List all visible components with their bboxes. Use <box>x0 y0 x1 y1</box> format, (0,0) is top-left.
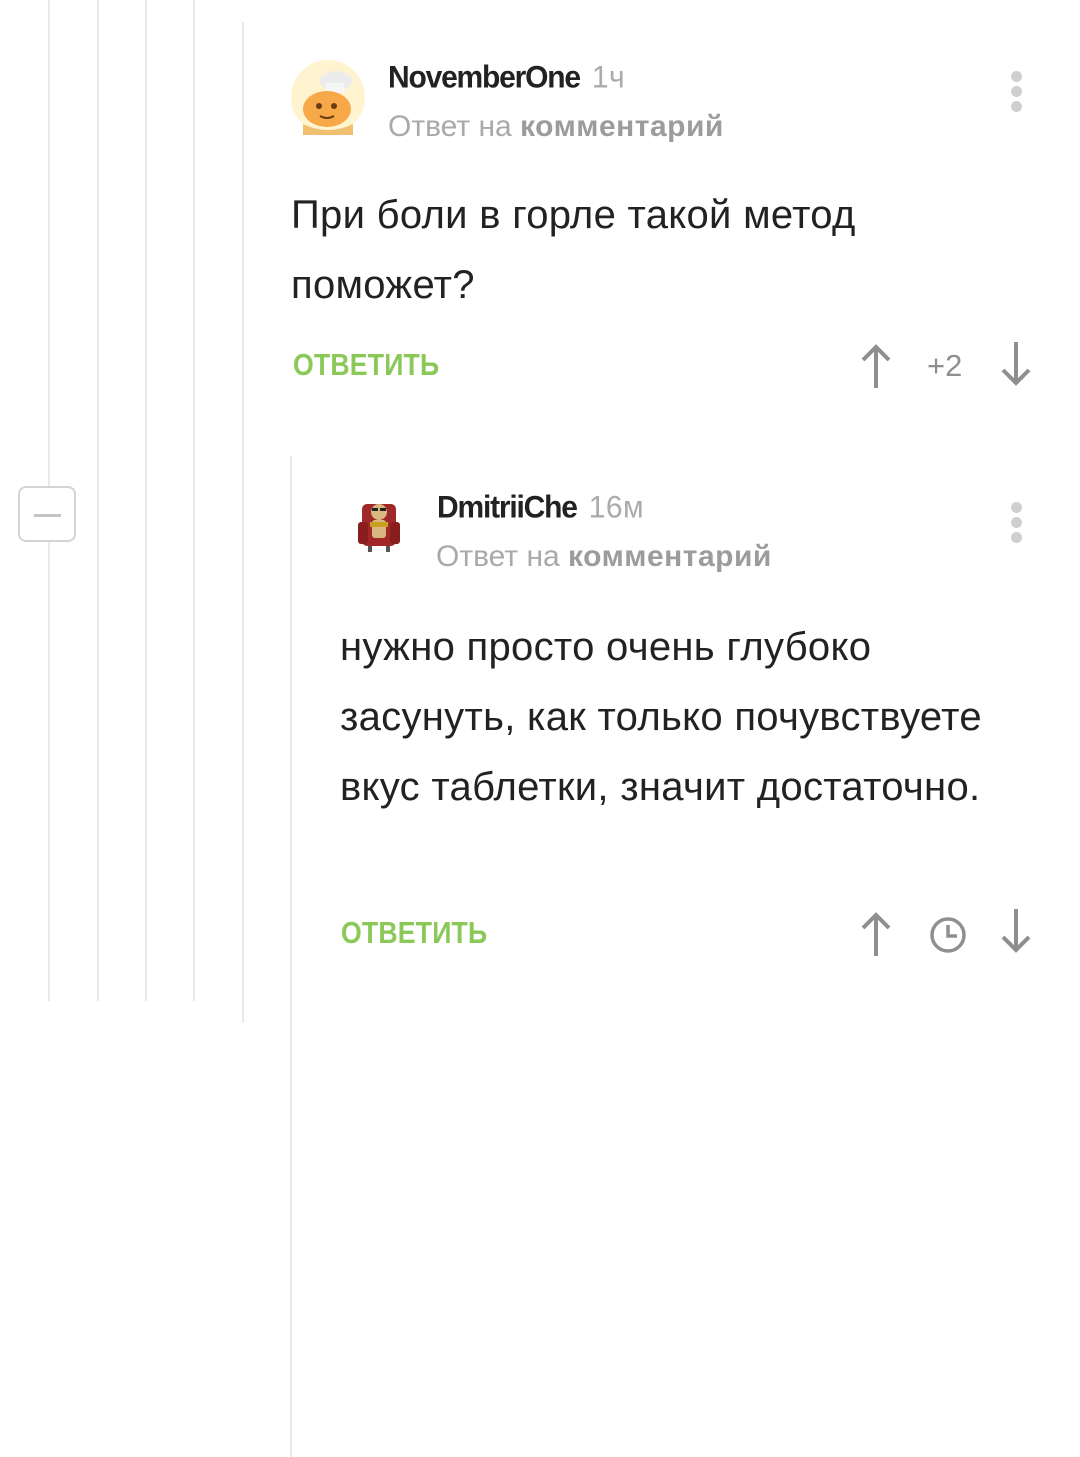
reply-parent-link[interactable]: комментарий <box>568 540 772 573</box>
more-vertical-icon[interactable] <box>1006 502 1026 548</box>
reply-button[interactable]: ОТВЕТИТЬ <box>341 915 487 951</box>
reply-to-line: Ответ на комментарий <box>436 540 772 574</box>
armchair-avatar-icon <box>358 504 400 552</box>
arrow-down-icon[interactable] <box>998 340 1034 393</box>
comment-author[interactable]: DmitriiChe 16м <box>437 490 644 526</box>
reply-prefix: Ответ на <box>388 110 512 143</box>
reply-prefix: Ответ на <box>436 540 560 573</box>
arrow-up-icon[interactable] <box>858 342 894 395</box>
comment: DmitriiChe 16м Ответ на комментарий нужно… <box>0 430 1080 1000</box>
author-name[interactable]: NovemberOne <box>388 60 581 95</box>
comment: NovemberOne 1ч Ответ на комментарий При б… <box>0 0 1080 420</box>
avatar[interactable] <box>290 59 366 140</box>
chef-avatar-icon <box>291 60 365 135</box>
comment-time: 1ч <box>591 60 626 95</box>
avatar[interactable] <box>356 494 402 559</box>
comment-author[interactable]: NovemberOne 1ч <box>388 60 625 96</box>
comment-rating: +2 <box>927 348 963 383</box>
author-name[interactable]: DmitriiChe <box>437 490 578 525</box>
clock-icon <box>928 915 968 960</box>
reply-to-line: Ответ на комментарий <box>388 110 724 144</box>
comment-text: нужно просто очень глубоко засунуть, как… <box>340 625 982 809</box>
comment-text: При боли в горле такой метод поможет? <box>291 193 856 307</box>
comment-time: 16м <box>588 490 645 525</box>
reply-button[interactable]: ОТВЕТИТЬ <box>293 347 439 383</box>
arrow-up-icon[interactable] <box>858 910 894 963</box>
more-vertical-icon[interactable] <box>1006 71 1026 117</box>
arrow-down-icon[interactable] <box>998 907 1034 960</box>
reply-parent-link[interactable]: комментарий <box>520 110 724 143</box>
